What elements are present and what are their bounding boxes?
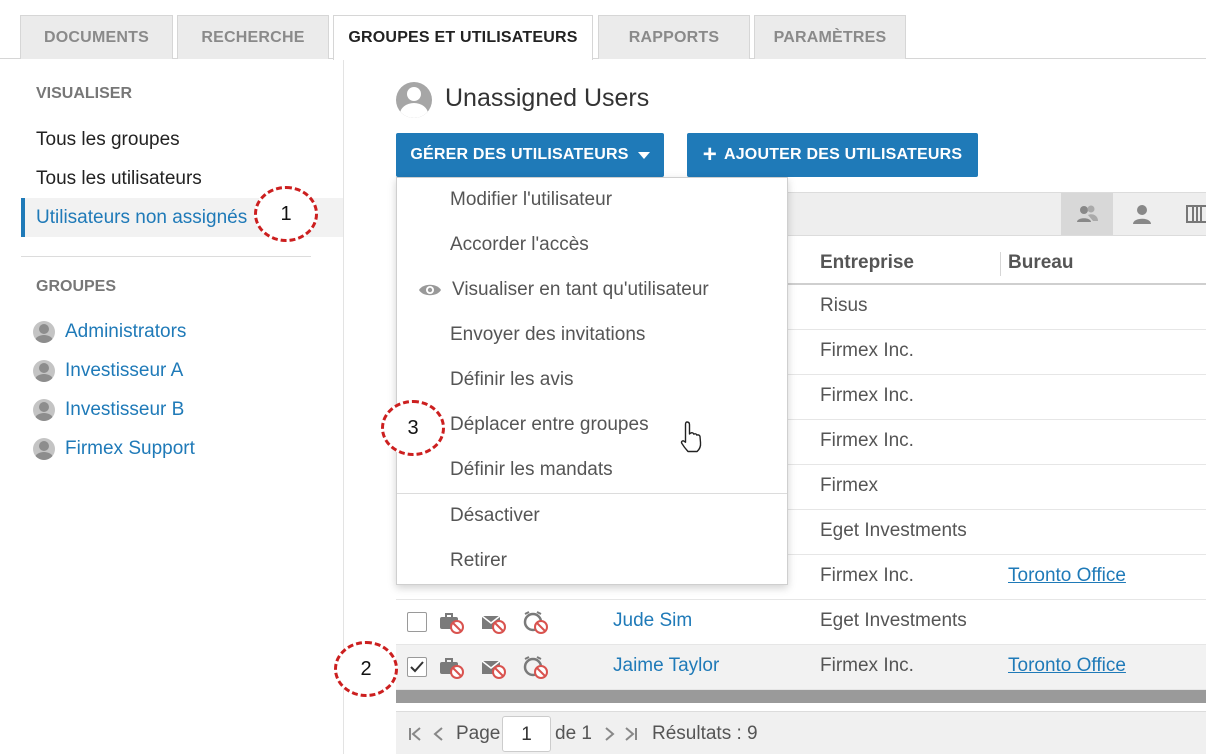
group-avatar-icon	[33, 360, 55, 382]
view-group-users-button[interactable]	[1061, 193, 1113, 235]
page-label: Page	[456, 723, 501, 744]
company-cell: Eget Investments	[820, 610, 967, 631]
manage-users-button[interactable]: GÉRER DES UTILISATEURS	[396, 133, 664, 177]
manage-users-label: GÉRER DES UTILISATEURS	[410, 146, 629, 163]
company-cell: Eget Investments	[820, 520, 967, 541]
company-cell: Firmex Inc.	[820, 565, 914, 586]
company-cell: Firmex	[820, 475, 879, 496]
mail-blocked-icon[interactable]	[480, 655, 506, 679]
menu-item-send-invitations[interactable]: Envoyer des invitations	[450, 324, 645, 346]
office-link[interactable]: Toronto Office	[1008, 655, 1126, 677]
column-header-office[interactable]: Bureau	[1008, 252, 1073, 274]
sidebar-group-investisseur-a[interactable]: Investisseur A	[33, 356, 183, 386]
user-avatar-icon	[396, 82, 432, 118]
sidebar: VISUALISER Tous les groupes Tous les uti…	[0, 60, 344, 754]
manage-users-dropdown: Modifier l'utilisateur Accorder l'accès …	[396, 177, 788, 585]
alarm-blocked-icon[interactable]	[522, 610, 548, 634]
main-tab-bar: DOCUMENTS RECHERCHE GROUPES ET UTILISATE…	[0, 0, 1206, 60]
menu-item-set-notifications[interactable]: Définir les avis	[450, 369, 574, 391]
columns-button[interactable]	[1171, 193, 1206, 235]
sidebar-group-administrators[interactable]: Administrators	[33, 317, 186, 347]
tab-parametres[interactable]: PARAMÈTRES	[754, 15, 906, 59]
menu-item-remove[interactable]: Retirer	[450, 550, 507, 572]
table-row[interactable]: Jaime Taylor Firmex Inc. Toronto Office	[396, 645, 1206, 690]
menu-item-set-mandates[interactable]: Définir les mandats	[450, 459, 613, 481]
table-row[interactable]: Jude Sim Eget Investments	[396, 600, 1206, 645]
first-page-icon[interactable]	[408, 726, 422, 742]
menu-item-deactivate[interactable]: Désactiver	[450, 505, 540, 527]
menu-item-view-as-user[interactable]: Visualiser en tant qu'utilisateur	[452, 279, 709, 301]
group-avatar-icon	[33, 438, 55, 460]
previous-page-icon[interactable]	[432, 726, 444, 742]
group-avatar-icon	[33, 321, 55, 343]
briefcase-blocked-icon[interactable]	[438, 655, 464, 679]
user-name-link[interactable]: Jude Sim	[613, 610, 692, 632]
hand-cursor-icon	[680, 421, 702, 453]
users-icon	[1077, 205, 1098, 222]
horizontal-scrollbar[interactable]	[396, 690, 1206, 703]
checkmark-icon	[410, 661, 424, 673]
group-label: Investisseur B	[65, 399, 185, 420]
menu-item-edit-user[interactable]: Modifier l'utilisateur	[450, 189, 612, 211]
group-label: Firmex Support	[65, 438, 195, 459]
columns-icon	[1186, 205, 1206, 223]
page-number-input[interactable]: 1	[502, 716, 551, 752]
alarm-blocked-icon[interactable]	[522, 655, 548, 679]
user-icon	[1133, 205, 1151, 224]
company-cell: Firmex Inc.	[820, 340, 914, 361]
sidebar-group-investisseur-b[interactable]: Investisseur B	[33, 395, 184, 425]
page-total: de 1	[555, 723, 592, 744]
sidebar-group-firmex-support[interactable]: Firmex Support	[33, 434, 195, 464]
mail-blocked-icon[interactable]	[480, 610, 506, 634]
callout-1: 1	[254, 186, 318, 242]
caret-down-icon	[637, 151, 650, 159]
column-separator	[1000, 252, 1001, 276]
tab-recherche[interactable]: RECHERCHE	[177, 15, 329, 59]
pager: Page 1 de 1 Résultats : 9	[396, 711, 1206, 754]
eye-icon	[419, 284, 441, 296]
company-cell: Risus	[820, 295, 868, 316]
page-title: Unassigned Users	[445, 84, 650, 112]
user-name-link[interactable]: Jaime Taylor	[613, 655, 719, 677]
group-label: Investisseur A	[65, 360, 184, 381]
results-count: Résultats : 9	[652, 723, 758, 744]
menu-item-grant-access[interactable]: Accorder l'accès	[450, 234, 589, 256]
sidebar-divider	[21, 256, 311, 257]
row-checkbox[interactable]	[407, 657, 427, 677]
last-page-icon[interactable]	[624, 726, 638, 742]
company-cell: Firmex Inc.	[820, 655, 914, 676]
group-label: Administrators	[65, 321, 187, 342]
briefcase-blocked-icon[interactable]	[438, 610, 464, 634]
add-users-label: AJOUTER DES UTILISATEURS	[723, 146, 963, 163]
add-users-button[interactable]: + AJOUTER DES UTILISATEURS	[687, 133, 978, 177]
sidebar-item-all-groups[interactable]: Tous les groupes	[21, 120, 343, 159]
plus-icon: +	[702, 141, 717, 168]
office-link[interactable]: Toronto Office	[1008, 565, 1126, 587]
callout-3: 3	[381, 400, 445, 456]
sidebar-groups-heading: GROUPES	[36, 278, 117, 295]
callout-2: 2	[334, 641, 398, 697]
next-page-icon[interactable]	[604, 726, 616, 742]
company-cell: Firmex Inc.	[820, 385, 914, 406]
group-avatar-icon	[33, 399, 55, 421]
sidebar-view-heading: VISUALISER	[36, 85, 133, 102]
menu-divider	[397, 493, 787, 494]
company-cell: Firmex Inc.	[820, 430, 914, 451]
tab-rapports[interactable]: RAPPORTS	[598, 15, 750, 59]
view-single-user-button[interactable]	[1116, 193, 1168, 235]
menu-item-move-between-groups[interactable]: Déplacer entre groupes	[450, 414, 649, 436]
tab-documents[interactable]: DOCUMENTS	[20, 15, 173, 59]
column-header-company[interactable]: Entreprise	[820, 252, 914, 274]
tab-groupes-utilisateurs[interactable]: GROUPES ET UTILISATEURS	[333, 15, 593, 60]
row-checkbox[interactable]	[407, 612, 427, 632]
